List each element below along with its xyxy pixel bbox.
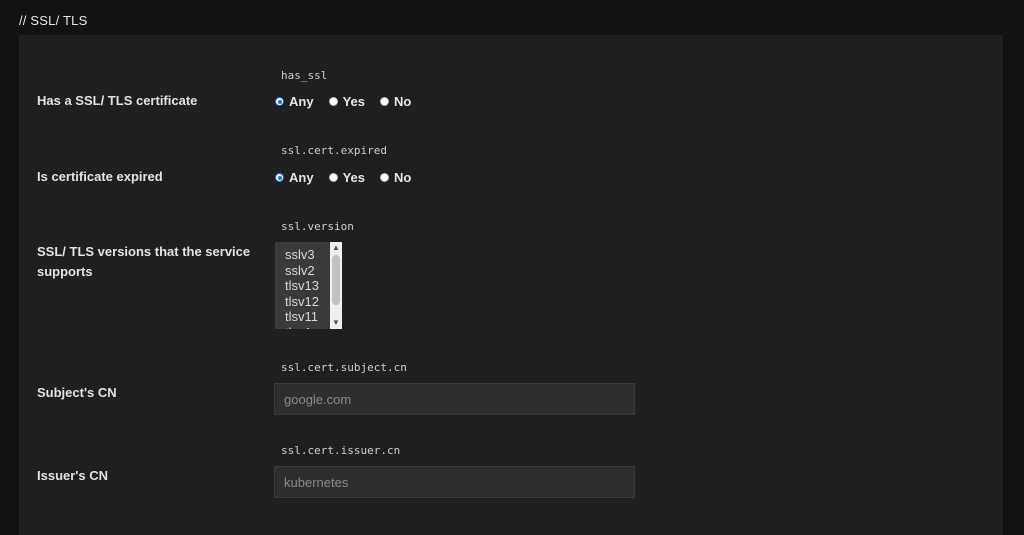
field-label-subject-cn: Subject's CN [37, 385, 117, 400]
field-key-has-ssl: has_ssl [281, 69, 328, 82]
listbox-items: sslv3 sslv2 tlsv13 tlsv12 tlsv11 tlsv1 [285, 247, 319, 329]
radio-button-any[interactable] [275, 97, 284, 106]
issuer-cn-input[interactable] [274, 466, 635, 498]
ssl-tls-panel: has_ssl Has a SSL/ TLS certificate Any Y… [19, 35, 1003, 535]
radio-option-no[interactable]: No [379, 170, 412, 185]
field-label-has-ssl: Has a SSL/ TLS certificate [37, 93, 198, 108]
listbox-option[interactable]: tlsv11 [285, 309, 319, 325]
radio-button-any[interactable] [275, 173, 284, 182]
radio-option-yes[interactable]: Yes [328, 170, 365, 185]
field-key-ssl-version: ssl.version [281, 220, 354, 233]
radio-label-yes: Yes [342, 170, 365, 185]
listbox-option[interactable]: tlsv13 [285, 278, 319, 294]
radio-option-any[interactable]: Any [275, 94, 314, 109]
listbox-option[interactable]: tlsv1 [285, 325, 319, 329]
section-title: // SSL/ TLS [19, 13, 88, 28]
field-label-ssl-version: SSL/ TLS versions that the service suppo… [37, 244, 251, 279]
field-key-subject-cn: ssl.cert.subject.cn [281, 361, 407, 374]
radio-label-any: Any [289, 94, 314, 109]
field-label-issuer-cn: Issuer's CN [37, 468, 109, 483]
radio-option-no[interactable]: No [379, 94, 412, 109]
ssl-version-listbox[interactable]: sslv3 sslv2 tlsv13 tlsv12 tlsv11 tlsv1 ▲… [275, 242, 342, 329]
radio-label-no: No [393, 94, 412, 109]
radio-label-any: Any [289, 170, 314, 185]
radio-button-yes[interactable] [328, 173, 338, 182]
listbox-scrollbar[interactable]: ▲ ▼ [330, 242, 342, 329]
radio-button-yes[interactable] [328, 97, 338, 106]
radio-label-yes: Yes [342, 94, 365, 109]
radio-label-no: No [393, 170, 412, 185]
radio-option-yes[interactable]: Yes [328, 94, 365, 109]
listbox-option[interactable]: sslv2 [285, 263, 319, 279]
radio-button-no[interactable] [379, 173, 389, 182]
listbox-option[interactable]: sslv3 [285, 247, 319, 263]
scroll-down-arrow-icon[interactable]: ▼ [330, 317, 342, 329]
scroll-thumb[interactable] [332, 255, 340, 305]
scroll-up-arrow-icon[interactable]: ▲ [330, 242, 342, 254]
listbox-option[interactable]: tlsv12 [285, 294, 319, 310]
field-key-issuer-cn: ssl.cert.issuer.cn [281, 444, 401, 457]
radio-group-cert-expired: Any Yes No [275, 170, 426, 185]
field-key-cert-expired: ssl.cert.expired [281, 144, 387, 157]
radio-group-has-ssl: Any Yes No [275, 94, 426, 109]
subject-cn-input[interactable] [274, 383, 635, 415]
field-label-cert-expired: Is certificate expired [37, 169, 163, 184]
radio-option-any[interactable]: Any [275, 170, 314, 185]
radio-button-no[interactable] [379, 97, 389, 106]
